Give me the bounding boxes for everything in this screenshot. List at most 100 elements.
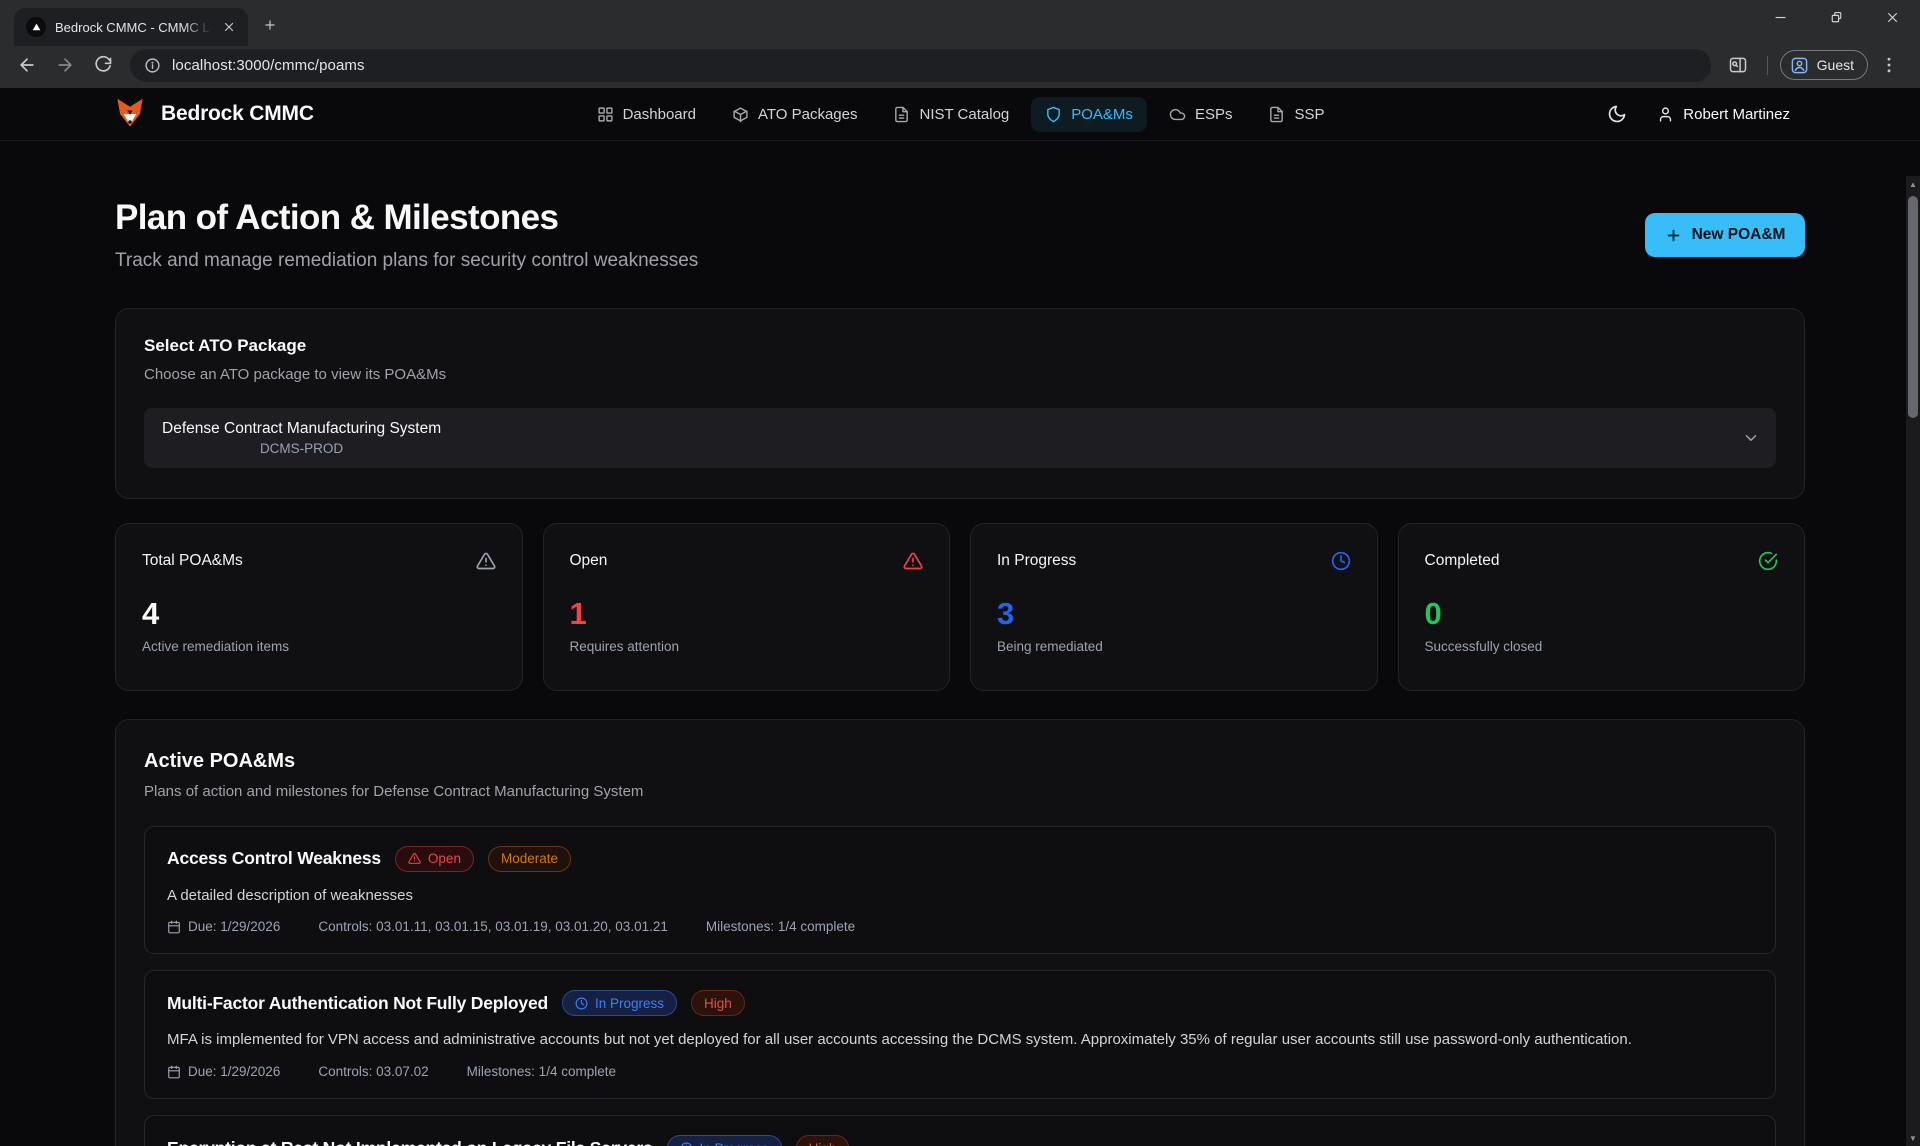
- poam-milestones: Milestones: 1/4 complete: [467, 1064, 616, 1079]
- forward-icon[interactable]: [48, 48, 82, 82]
- scrollbar-down-icon[interactable]: ▼: [1906, 1130, 1920, 1146]
- check-circle-icon: [1758, 551, 1778, 571]
- plus-icon: [1665, 227, 1682, 244]
- active-poams-subtitle: Plans of action and milestones for Defen…: [144, 783, 1776, 800]
- app-header: Bedrock CMMC Dashboard ATO Packages NIST…: [0, 88, 1920, 141]
- nav-item-ssp[interactable]: SSP: [1254, 97, 1338, 132]
- address-bar[interactable]: localhost:3000/cmmc/poams: [130, 49, 1711, 82]
- back-icon[interactable]: [10, 48, 44, 82]
- ato-package-card-title: Select ATO Package: [144, 336, 1776, 356]
- url-text: localhost:3000/cmmc/poams: [172, 57, 365, 74]
- close-button[interactable]: [1864, 0, 1920, 34]
- side-panel-icon[interactable]: [1721, 48, 1755, 82]
- package-icon: [732, 106, 749, 123]
- stat-description: Active remediation items: [142, 639, 496, 654]
- window-controls: [1752, 0, 1920, 34]
- scrollbar-thumb[interactable]: [1908, 196, 1918, 418]
- page-head: Plan of Action & Milestones Track and ma…: [115, 199, 1805, 272]
- poam-description: MFA is implemented for VPN access and ad…: [167, 1029, 1753, 1051]
- tab-title: Bedrock CMMC - CMMC Level 2: [55, 20, 211, 35]
- stat-description: Successfully closed: [1425, 639, 1779, 654]
- fox-logo-icon: [112, 96, 148, 132]
- poam-due: Due: 1/29/2026: [188, 919, 280, 934]
- stat-value: 1: [570, 598, 924, 629]
- shield-icon: [1045, 106, 1062, 123]
- alert-triangle-icon: [903, 551, 923, 571]
- stat-description: Requires attention: [570, 639, 924, 654]
- clock-icon: [1331, 551, 1351, 571]
- page-scrollbar[interactable]: ▲ ▼: [1906, 176, 1920, 1146]
- cloud-icon: [1169, 106, 1186, 123]
- poam-item[interactable]: Encryption at Rest Not Implemented on Le…: [144, 1115, 1776, 1146]
- new-poam-button[interactable]: New POA&M: [1645, 213, 1805, 257]
- nav-item-poa-ms[interactable]: POA&Ms: [1031, 97, 1147, 132]
- page-title: Plan of Action & Milestones: [115, 199, 698, 238]
- new-tab-button[interactable]: [256, 11, 284, 39]
- status-badge: In Progress: [562, 990, 677, 1016]
- poam-item[interactable]: Access Control Weakness Open Moderate A …: [144, 826, 1776, 955]
- theme-toggle-moon-icon[interactable]: [1607, 104, 1627, 124]
- calendar-icon: [167, 920, 181, 934]
- poam-controls: Controls: 03.01.11, 03.01.15, 03.01.19, …: [318, 919, 668, 934]
- nav-item-ato-packages[interactable]: ATO Packages: [718, 97, 872, 132]
- ato-package-card-subtitle: Choose an ATO package to view its POA&Ms: [144, 366, 1776, 383]
- reload-icon[interactable]: [86, 48, 120, 82]
- poam-item[interactable]: Multi-Factor Authentication Not Fully De…: [144, 970, 1776, 1099]
- poam-meta: Due: 1/29/2026 Controls: 03.01.11, 03.01…: [167, 919, 1753, 934]
- poam-title: Multi-Factor Authentication Not Fully De…: [167, 993, 548, 1014]
- page-subtitle: Track and manage remediation plans for s…: [115, 250, 698, 272]
- brand-name: Bedrock CMMC: [161, 102, 314, 126]
- grid-icon: [597, 106, 614, 123]
- poam-title: Access Control Weakness: [167, 848, 381, 869]
- nav-item-nist-catalog[interactable]: NIST Catalog: [879, 97, 1023, 132]
- clock-icon: [575, 997, 588, 1010]
- ato-package-select[interactable]: Defense Contract Manufacturing System DC…: [144, 408, 1776, 468]
- tab-close-icon[interactable]: [220, 18, 238, 36]
- profile-button[interactable]: Guest: [1780, 50, 1868, 80]
- nav-item-dashboard[interactable]: Dashboard: [583, 97, 710, 132]
- browser-tab[interactable]: Bedrock CMMC - CMMC Level 2: [14, 8, 248, 46]
- severity-badge: High: [691, 990, 745, 1016]
- nav-item-esps[interactable]: ESPs: [1155, 97, 1247, 132]
- file-text-icon: [1268, 106, 1285, 123]
- page-content: Plan of Action & Milestones Track and ma…: [115, 141, 1805, 1146]
- brand[interactable]: Bedrock CMMC: [112, 96, 314, 132]
- poam-meta: Due: 1/29/2026 Controls: 03.07.02 Milest…: [167, 1064, 1753, 1079]
- toolbar-divider: [1767, 56, 1768, 75]
- site-info-icon[interactable]: [144, 57, 161, 74]
- stat-value: 0: [1425, 598, 1779, 629]
- stats-row: Total POA&Ms 4 Active remediation items …: [115, 523, 1805, 691]
- stat-value: 4: [142, 598, 496, 629]
- severity-badge: Moderate: [488, 846, 571, 872]
- severity-badge: High: [796, 1135, 850, 1146]
- restore-button[interactable]: [1808, 0, 1864, 34]
- profile-label: Guest: [1817, 57, 1854, 73]
- poam-milestones: Milestones: 1/4 complete: [706, 919, 855, 934]
- tab-favicon-icon: [26, 17, 46, 37]
- stat-card: In Progress 3 Being remediated: [970, 523, 1378, 691]
- app-viewport: Bedrock CMMC Dashboard ATO Packages NIST…: [0, 88, 1920, 1146]
- browser-tabstrip: Bedrock CMMC - CMMC Level 2: [0, 0, 1920, 46]
- browser-toolbar: localhost:3000/cmmc/poams Guest: [0, 46, 1920, 88]
- chevron-down-icon: [1742, 429, 1760, 447]
- minimize-button[interactable]: [1752, 0, 1808, 34]
- user-icon: [1657, 106, 1674, 123]
- stat-value: 3: [997, 598, 1351, 629]
- user-menu[interactable]: Robert Martinez: [1657, 106, 1790, 123]
- profile-avatar-icon: [1790, 56, 1809, 75]
- selected-package-code: DCMS-PROD: [162, 441, 441, 456]
- browser-menu-icon[interactable]: [1872, 48, 1906, 82]
- alert-triangle-icon: [408, 852, 421, 865]
- poam-due: Due: 1/29/2026: [188, 1064, 280, 1079]
- status-badge: In Progress: [667, 1135, 782, 1146]
- stat-card: Total POA&Ms 4 Active remediation items: [115, 523, 523, 691]
- scrollbar-up-icon[interactable]: ▲: [1906, 176, 1920, 192]
- status-badge: Open: [395, 846, 474, 872]
- poam-title: Encryption at Rest Not Implemented on Le…: [167, 1138, 653, 1146]
- main-nav: Dashboard ATO Packages NIST Catalog POA&…: [314, 97, 1607, 132]
- poam-description: A detailed description of weaknesses: [167, 885, 1753, 907]
- calendar-icon: [167, 1065, 181, 1079]
- stat-card: Open 1 Requires attention: [543, 523, 951, 691]
- selected-package-name: Defense Contract Manufacturing System: [162, 420, 441, 438]
- stat-card: Completed 0 Successfully closed: [1398, 523, 1806, 691]
